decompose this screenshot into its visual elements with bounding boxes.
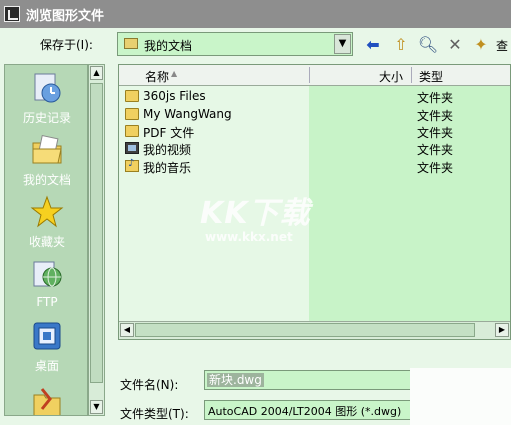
search-icon[interactable]: 🔍︎ <box>417 34 439 56</box>
up-folder-icon[interactable]: ⇧ <box>390 34 412 56</box>
video-folder-icon <box>125 142 139 154</box>
place-label: 历史记录 <box>22 111 71 125</box>
my-documents-icon <box>30 133 64 167</box>
scroll-left-icon[interactable]: ◀ <box>120 323 134 337</box>
file-type: 文件夹 <box>417 161 454 175</box>
back-arrow-icon[interactable]: ⬅ <box>362 34 384 56</box>
save-in-value: 我的文档 <box>144 39 193 53</box>
file-type-dropdown[interactable]: AutoCAD 2004/LT2004 图形 (*.dwg) <box>204 400 414 420</box>
folder-icon <box>125 90 139 102</box>
desktop-icon <box>30 319 64 353</box>
sort-up-icon: ▲ <box>171 69 178 78</box>
file-name: 360js Files <box>143 89 206 103</box>
save-in-dropdown[interactable]: 我的文档 ▼ <box>117 32 353 56</box>
place-label: 我的文档 <box>22 173 71 187</box>
browse-drawing-dialog: 浏览图形文件 保存于(I): 我的文档 ▼ ⬅ ⇧ 🔍︎ ✕ ✦ 查 历史记录 … <box>0 0 511 425</box>
new-folder-icon[interactable]: ✦ <box>470 34 492 56</box>
file-row[interactable]: 360js Files 文件夹 <box>119 88 510 105</box>
column-name-header[interactable]: 名称 <box>145 68 169 85</box>
save-in-label: 保存于(I): <box>40 38 93 52</box>
view-menu-button[interactable]: 查 <box>496 37 508 54</box>
file-row[interactable]: 我的音乐 文件夹 <box>119 158 510 175</box>
ftp-icon <box>30 257 64 291</box>
history-icon <box>30 71 64 105</box>
file-name-input[interactable]: 新块.dwg <box>204 370 414 390</box>
file-row[interactable]: My WangWang 文件夹 <box>119 106 510 123</box>
places-bar: 历史记录 我的文档 收藏夹 FTP 桌面 <box>4 64 88 416</box>
place-label: FTP <box>36 295 58 309</box>
column-divider <box>411 67 412 83</box>
place-more[interactable] <box>5 383 87 415</box>
folder-icon <box>124 38 138 49</box>
file-type: 文件夹 <box>417 109 454 123</box>
place-history[interactable]: 历史记录 <box>5 71 87 126</box>
file-type: 文件夹 <box>417 91 454 105</box>
scroll-thumb[interactable] <box>90 83 103 383</box>
scroll-right-icon[interactable]: ▶ <box>495 323 509 337</box>
chevron-down-icon[interactable]: ▼ <box>334 34 351 54</box>
folder-icon <box>125 125 139 137</box>
blurred-region <box>410 368 511 425</box>
file-name: 我的音乐 <box>143 161 192 175</box>
file-name: PDF 文件 <box>143 126 195 140</box>
place-label: 收藏夹 <box>28 235 65 249</box>
window-title: 浏览图形文件 <box>26 9 105 24</box>
file-name-value: 新块.dwg <box>207 373 264 387</box>
buzzsaw-folder-icon <box>30 383 64 415</box>
file-row[interactable]: 我的视频 文件夹 <box>119 140 510 157</box>
favorites-star-icon <box>30 195 64 229</box>
watermark-brand: KK下载 <box>200 196 311 231</box>
file-list[interactable]: 名称 ▲ 大小 类型 360js Files 文件夹 My WangWang 文… <box>118 64 511 340</box>
autocad-app-icon <box>4 6 20 22</box>
scroll-thumb[interactable] <box>135 323 475 337</box>
file-row[interactable]: PDF 文件 文件夹 <box>119 123 510 140</box>
column-size-header[interactable]: 大小 <box>379 68 403 85</box>
place-favorites[interactable]: 收藏夹 <box>5 195 87 250</box>
place-ftp[interactable]: FTP <box>5 257 87 309</box>
file-name: 我的视频 <box>143 143 192 157</box>
place-my-documents[interactable]: 我的文档 <box>5 133 87 188</box>
delete-icon[interactable]: ✕ <box>444 34 466 56</box>
file-type: 文件夹 <box>417 126 454 140</box>
file-name-label: 文件名(N): <box>120 378 179 392</box>
places-scrollbar[interactable]: ▲ ▼ <box>88 64 105 416</box>
folder-icon <box>125 108 139 120</box>
place-desktop[interactable]: 桌面 <box>5 319 87 374</box>
scroll-down-icon[interactable]: ▼ <box>90 400 103 414</box>
file-name: My WangWang <box>143 107 232 121</box>
horizontal-scrollbar[interactable]: ◀ ▶ <box>119 321 510 339</box>
watermark-url: www.kkx.net <box>205 230 293 244</box>
column-type-header[interactable]: 类型 <box>419 68 443 85</box>
file-type: 文件夹 <box>417 143 454 157</box>
scroll-up-icon[interactable]: ▲ <box>90 66 103 80</box>
list-header: 名称 ▲ 大小 类型 <box>119 65 510 86</box>
place-label: 桌面 <box>34 359 59 373</box>
music-folder-icon <box>125 158 139 172</box>
file-type-label: 文件类型(T): <box>120 407 189 421</box>
title-bar[interactable]: 浏览图形文件 <box>0 0 511 28</box>
column-divider <box>309 67 310 83</box>
